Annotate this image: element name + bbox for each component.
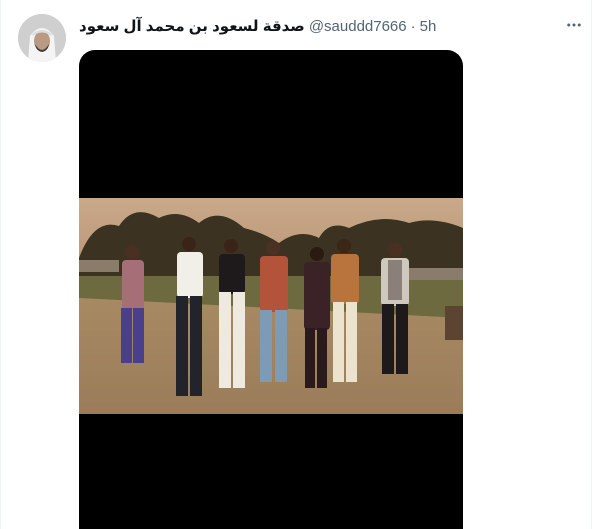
tweet-timestamp[interactable]: 5h (420, 18, 437, 35)
tweet-media[interactable] (79, 50, 463, 529)
author-handle[interactable]: @sauddd7666 (309, 18, 407, 35)
avatar[interactable] (18, 14, 66, 62)
avatar-image (18, 14, 66, 62)
group-photo (79, 198, 463, 414)
tweet-card[interactable]: صدقة لسعود بن محمد آل سعود @sauddd7666 ·… (0, 0, 592, 529)
more-options-button[interactable] (563, 14, 585, 36)
author-name[interactable]: صدقة لسعود بن محمد آل سعود (79, 17, 305, 35)
tweet-header: صدقة لسعود بن محمد آل سعود @sauddd7666 ·… (79, 15, 436, 37)
more-horizontal-icon (567, 23, 581, 27)
separator-dot: · (410, 17, 416, 35)
